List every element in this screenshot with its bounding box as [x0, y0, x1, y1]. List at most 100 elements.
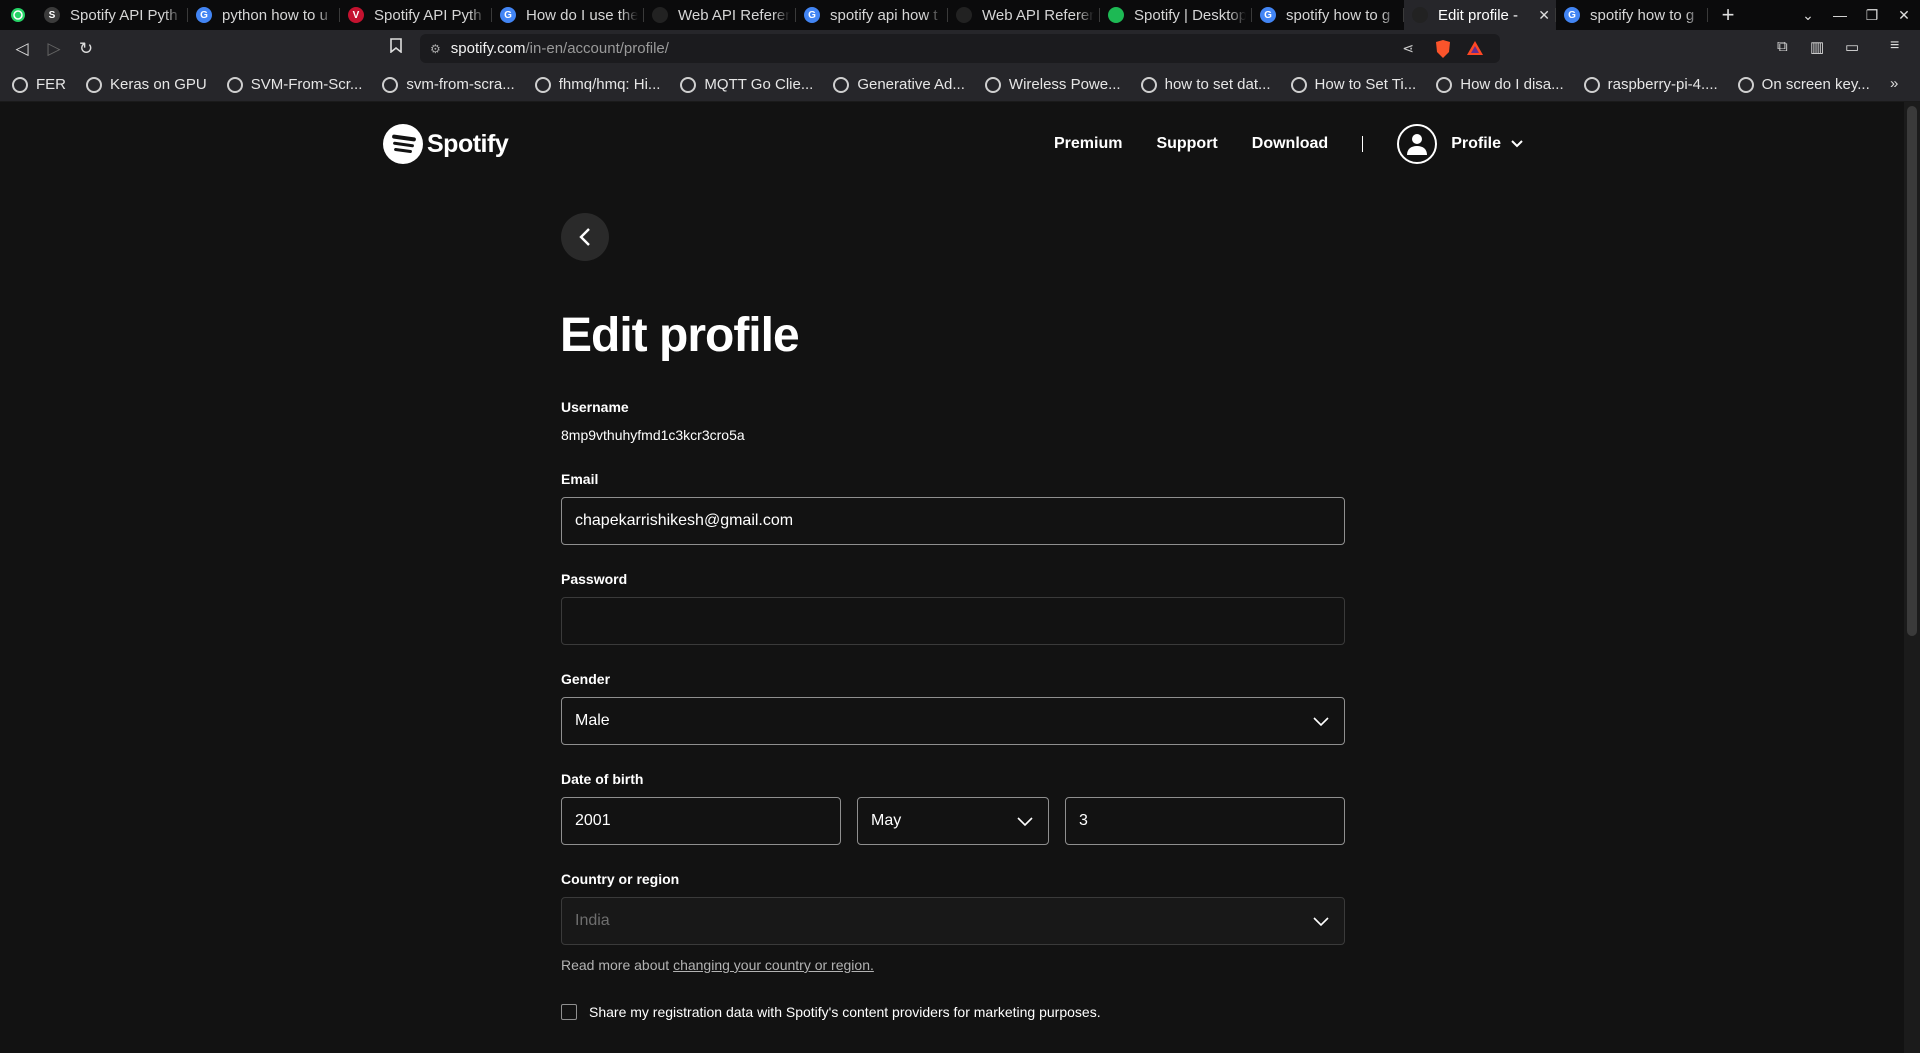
- url-path: /in-en/account/profile/: [525, 40, 669, 57]
- dob-label: Date of birth: [561, 771, 644, 787]
- tab-favicon-icon: G: [1260, 7, 1276, 23]
- bookmark-page-icon[interactable]: [390, 38, 402, 57]
- address-bar[interactable]: ⚙ spotify.com/in-en/account/profile/ ⋖: [420, 34, 1500, 63]
- close-window-icon[interactable]: ✕: [1888, 7, 1920, 24]
- dob-year-value: 2001: [575, 812, 611, 829]
- gender-select[interactable]: Male: [561, 697, 1345, 745]
- dob-month-value: May: [871, 812, 902, 829]
- back-nav-icon[interactable]: ◁: [6, 34, 38, 64]
- scrollbar-thumb[interactable]: [1907, 106, 1917, 636]
- browser-tab[interactable]: Web API Referen: [948, 0, 1100, 30]
- country-help-text: Read more about changing your country or…: [561, 957, 874, 973]
- restore-icon[interactable]: ❐: [1856, 7, 1888, 24]
- browser-tab[interactable]: G How do I use the: [492, 0, 644, 30]
- tab-favicon-icon: [956, 7, 972, 23]
- bookmark-globe-icon: [226, 76, 243, 93]
- nav-divider: [1362, 136, 1364, 152]
- bookmark-label: On screen key...: [1761, 76, 1870, 93]
- tab-favicon-icon: [1412, 7, 1428, 23]
- avatar[interactable]: [1397, 124, 1438, 164]
- country-help-prefix: Read more about: [561, 957, 674, 973]
- bookmark-label: How to Set Ti...: [1314, 76, 1417, 93]
- browser-tab[interactable]: Gspotify api how t: [796, 0, 948, 30]
- bookmark-item[interactable]: On screen key...: [1737, 76, 1870, 93]
- share-data-checkbox[interactable]: [561, 1004, 577, 1020]
- bookmark-item[interactable]: how to set dat...: [1140, 76, 1271, 93]
- bookmark-item[interactable]: SVM-From-Scr...: [226, 76, 363, 93]
- browser-tab[interactable]: S Spotify API Pyth: [36, 0, 188, 30]
- tab-list-chevron-icon[interactable]: ⌄: [1792, 7, 1824, 24]
- wallet-icon[interactable]: ▭: [1845, 38, 1859, 56]
- new-tab-button[interactable]: +: [1708, 2, 1748, 28]
- reload-icon[interactable]: ↻: [70, 34, 102, 64]
- bookmark-globe-icon: [86, 76, 102, 93]
- tab-favicon-icon: G: [804, 7, 820, 23]
- nav-support[interactable]: Support: [1156, 135, 1217, 153]
- minimize-icon[interactable]: —: [1824, 7, 1856, 23]
- dob-year-field[interactable]: 2001: [561, 797, 841, 845]
- close-tab-icon[interactable]: ✕: [1538, 7, 1550, 24]
- chevron-left-icon: [579, 228, 590, 246]
- country-value: India: [575, 912, 610, 929]
- browser-tab[interactable]: V Spotify API Pyth: [340, 0, 492, 30]
- browser-tab[interactable]: Spotify | Desktop: [1100, 0, 1252, 30]
- browser-tab[interactable]: Gspotify how to g: [1556, 0, 1708, 30]
- bookmark-label: SVM-From-Scr...: [250, 76, 363, 93]
- bookmark-item[interactable]: How do I disa...: [1436, 76, 1564, 93]
- bookmark-item[interactable]: FER: [12, 76, 66, 93]
- tab-title: spotify api how t: [830, 6, 938, 24]
- extensions-icon[interactable]: ⧉: [1777, 38, 1788, 55]
- bookmark-globe-icon: [382, 76, 399, 93]
- bookmark-label: raspberry-pi-4....: [1607, 76, 1718, 93]
- window-controls: ⌄ — ❐ ✕: [1792, 0, 1920, 30]
- chevron-down-icon[interactable]: [1511, 137, 1523, 151]
- country-label: Country or region: [561, 871, 680, 887]
- bookmark-label: svm-from-scra...: [406, 76, 515, 93]
- bookmark-item[interactable]: Keras on GPU: [86, 76, 207, 93]
- sidebar-icon[interactable]: ▥: [1810, 38, 1824, 56]
- tab-title: spotify how to g: [1286, 6, 1391, 24]
- dob-day-field[interactable]: 3: [1065, 797, 1345, 845]
- bookmark-globe-icon: [534, 76, 551, 93]
- bookmark-item[interactable]: Generative Ad...: [833, 76, 965, 93]
- bookmark-item[interactable]: svm-from-scra...: [382, 76, 515, 93]
- browser-tab[interactable]: Gspotify how to g: [1252, 0, 1404, 30]
- browser-tab[interactable]: Gpython how to u: [188, 0, 340, 30]
- browser-tab[interactable]: Edit profile - ✕: [1404, 0, 1556, 30]
- share-icon[interactable]: ⋖: [1402, 40, 1414, 57]
- gender-value: Male: [575, 712, 610, 729]
- dob-month-select[interactable]: May: [857, 797, 1049, 845]
- main-nav: Premium Support Download Profile: [1020, 124, 1523, 164]
- tab-title: Spotify API Pyth: [70, 6, 178, 24]
- spotify-logo[interactable]: Spotify: [383, 124, 509, 164]
- profile-menu-label[interactable]: Profile: [1451, 135, 1501, 153]
- country-select[interactable]: India: [561, 897, 1345, 945]
- tab-favicon-icon: [1108, 7, 1124, 23]
- tab-favicon-icon: G: [500, 7, 516, 23]
- bookmark-item[interactable]: How to Set Ti...: [1290, 76, 1417, 93]
- bookmark-item[interactable]: raspberry-pi-4....: [1583, 76, 1718, 93]
- menu-icon[interactable]: ≡: [1890, 37, 1899, 55]
- share-data-label[interactable]: Share my registration data with Spotify'…: [589, 1004, 1101, 1020]
- change-country-link[interactable]: changing your country or region.: [673, 957, 874, 973]
- bookmark-item[interactable]: Wireless Powe...: [984, 76, 1121, 93]
- email-field[interactable]: chapekarrishikesh@gmail.com: [561, 497, 1345, 545]
- share-data-row: Share my registration data with Spotify'…: [561, 1004, 1101, 1020]
- password-field[interactable]: [561, 597, 1345, 645]
- brave-shields-icon[interactable]: [1434, 39, 1452, 63]
- bookmark-item[interactable]: fhmq/hmq: Hi...: [534, 76, 660, 93]
- nav-download[interactable]: Download: [1252, 135, 1328, 153]
- nav-premium[interactable]: Premium: [1054, 135, 1122, 153]
- brave-rewards-icon[interactable]: [1466, 40, 1484, 60]
- bookmark-item[interactable]: MQTT Go Clie...: [680, 76, 813, 93]
- page-scrollbar[interactable]: [1904, 102, 1920, 1053]
- site-settings-icon[interactable]: ⚙: [430, 42, 441, 56]
- bookmark-globe-icon: [1436, 76, 1453, 93]
- bookmark-label: Generative Ad...: [857, 76, 965, 93]
- bookmark-globe-icon: [1290, 76, 1307, 93]
- whatsapp-tab-icon[interactable]: [0, 0, 36, 30]
- forward-nav-icon[interactable]: ▷: [38, 34, 70, 64]
- browser-tab[interactable]: Web API Referen: [644, 0, 796, 30]
- back-button[interactable]: [561, 213, 609, 261]
- bookmarks-overflow-icon[interactable]: »: [1890, 75, 1898, 92]
